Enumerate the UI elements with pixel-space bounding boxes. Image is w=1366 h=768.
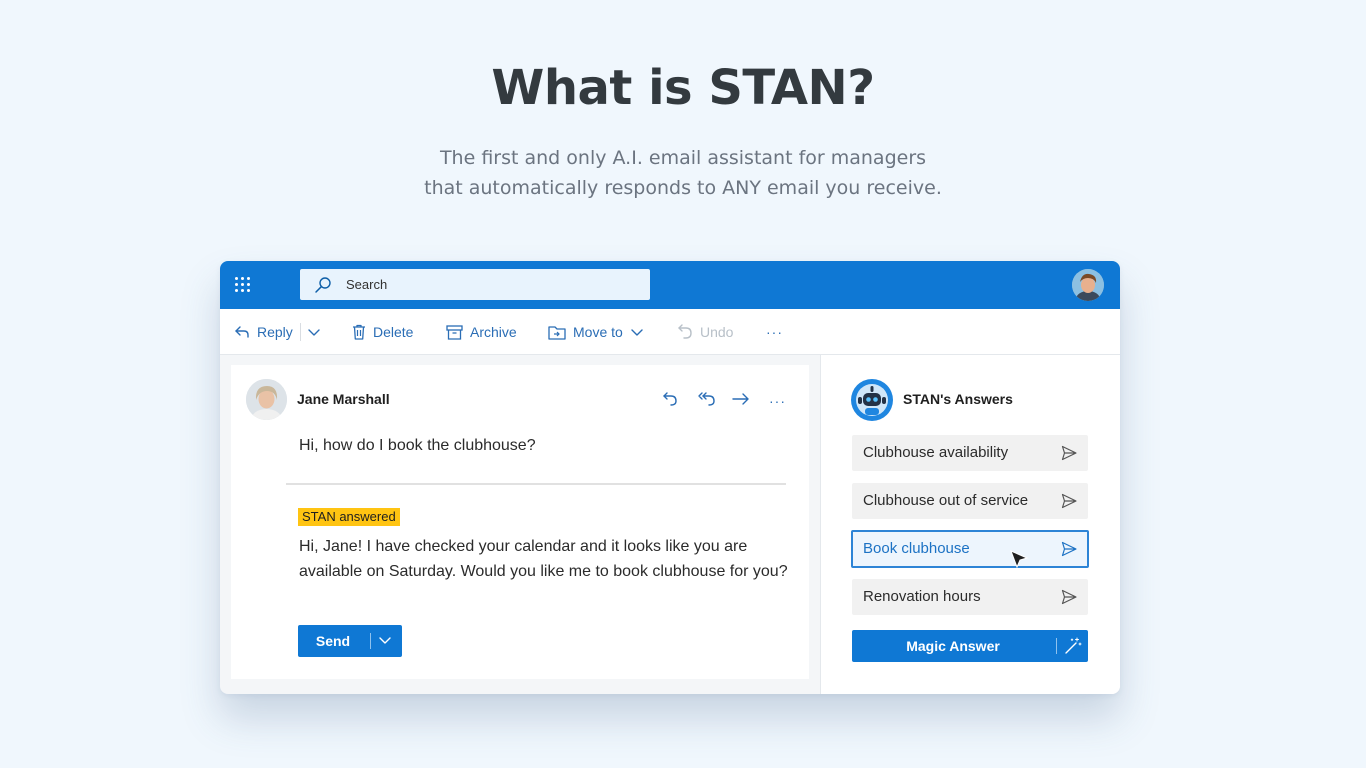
move-to-label: Move to [573,324,623,340]
answer-label: Book clubhouse [863,540,970,557]
answer-option[interactable]: Renovation hours [852,579,1088,615]
sender-avatar [246,379,287,420]
undo-icon [678,324,692,339]
mail-answer[interactable]: Hi, Jane! I have checked your calendar a… [299,534,799,584]
stan-answered-badge: STAN answered [298,508,400,526]
reply-icon [235,326,249,338]
search-icon [315,277,331,293]
magic-answer-button[interactable]: Magic Answer [852,630,1088,662]
answer-label: Clubhouse out of service [863,492,1029,509]
forward-icon[interactable] [731,390,751,413]
delete-label: Delete [373,324,414,340]
chevron-down-icon[interactable] [378,634,392,648]
undo-label: Undo [700,324,734,340]
magic-answer-label: Magic Answer [906,638,1000,654]
reply-label: Reply [257,324,293,340]
more-options-button[interactable]: ··· [766,309,783,355]
more-icon: ··· [766,324,783,340]
archive-label: Archive [470,324,517,340]
trash-icon [353,324,365,340]
reply-all-icon[interactable] [697,390,717,413]
answer-option[interactable]: Clubhouse out of service [852,483,1088,519]
answer-label: Clubhouse availability [863,444,1009,461]
folder-move-icon [548,325,566,340]
reply-icon[interactable] [661,390,679,413]
search-placeholder: Search [346,277,388,292]
user-avatar[interactable] [1072,269,1104,301]
answer-label: Renovation hours [863,588,981,605]
more-icon[interactable]: ··· [769,393,786,409]
send-label: Send [315,633,351,649]
stan-answers-title: STAN's Answers [903,391,1013,407]
move-to-button[interactable]: Move to [548,309,644,355]
stan-answers-pane: STAN's Answers Clubhouse availability Cl… [820,355,1120,694]
reply-button[interactable]: Reply [234,309,293,355]
paper-plane-icon [1061,589,1077,605]
send-button[interactable]: Send [298,625,402,657]
button-divider [1056,638,1057,654]
archive-icon [446,324,463,340]
chevron-down-icon [631,329,643,336]
robot-icon [851,379,893,421]
sender-name: Jane Marshall [297,391,390,407]
answer-line-1: Hi, Jane! I have checked your calendar a… [299,538,748,555]
divider [286,483,786,485]
mail-question: Hi, how do I book the clubhouse? [299,437,536,454]
page-title: What is STAN? [491,60,875,116]
archive-button[interactable]: Archive [446,309,517,355]
paper-plane-icon [1061,493,1077,509]
top-bar: Search [220,261,1120,309]
paper-plane-icon [1061,445,1077,461]
chevron-down-icon [308,329,320,336]
delete-button[interactable]: Delete [352,309,413,355]
command-toolbar: Reply Delete Archive Move to Undo ··· [220,309,1120,355]
magic-wand-icon[interactable] [1064,637,1082,655]
mouse-cursor-icon [1010,550,1029,569]
answer-line-2: available on Saturday. Would you like me… [299,563,788,580]
paper-plane-icon [1061,541,1077,557]
answer-option-selected[interactable]: Book clubhouse [851,530,1089,569]
search-input[interactable]: Search [300,269,650,300]
reply-dropdown-button[interactable] [307,309,321,355]
undo-button[interactable]: Undo [677,309,733,355]
toolbar-divider [300,323,301,341]
outlook-window: Search Reply Delete Archive Move to Undo… [220,261,1120,694]
apps-grid-icon[interactable] [235,277,251,293]
answer-option[interactable]: Clubhouse availability [852,435,1088,471]
mail-reading-pane: Jane Marshall ··· Hi, how do I book the … [231,365,809,679]
subtitle-line-1: The first and only A.I. email assistant … [439,147,927,169]
button-divider [370,633,371,649]
page-subtitle: The first and only A.I. email assistant … [0,143,1366,203]
subtitle-line-2: that automatically responds to ANY email… [424,177,942,199]
